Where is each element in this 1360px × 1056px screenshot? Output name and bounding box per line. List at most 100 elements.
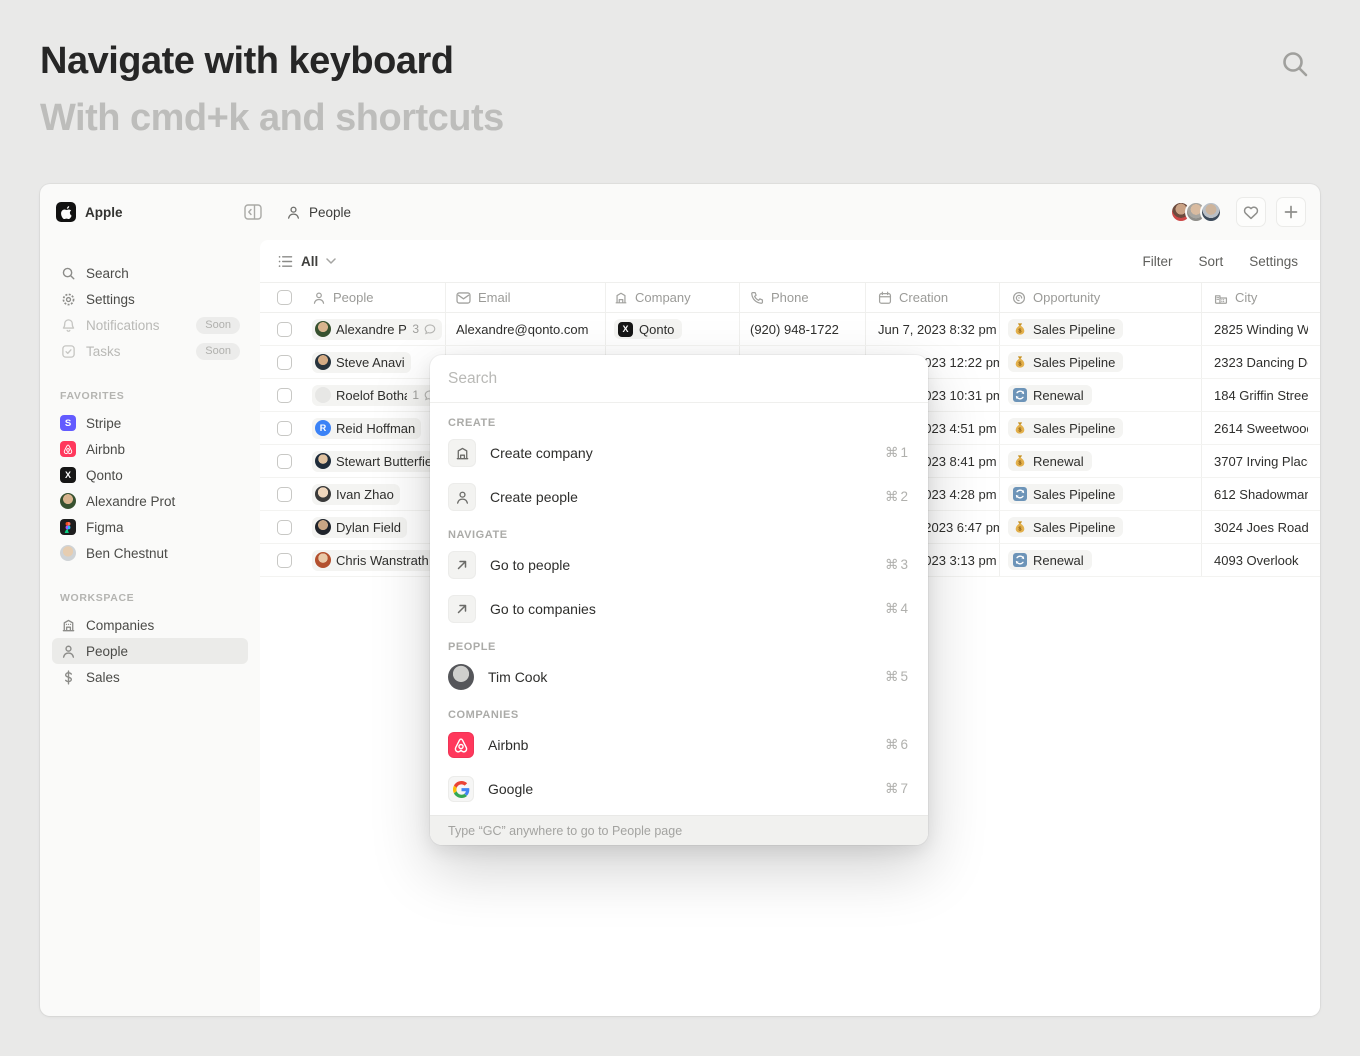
person-chip[interactable]: Stewart Butterfield bbox=[312, 451, 442, 472]
sidebar-item-alexandre-prot[interactable]: Alexandre Prot bbox=[52, 488, 248, 514]
soon-badge: Soon bbox=[196, 317, 240, 334]
opportunity-chip[interactable]: $Sales Pipeline bbox=[1008, 484, 1123, 504]
city-cell[interactable]: 4093 Overlook bbox=[1214, 553, 1299, 568]
person-chip[interactable]: Roelof Botha1 bbox=[312, 385, 442, 406]
column-header-people[interactable]: People bbox=[312, 290, 373, 305]
airbnb-logo-icon bbox=[60, 441, 76, 457]
column-header-email[interactable]: Email bbox=[456, 290, 511, 305]
sidebar-item-label: Settings bbox=[86, 292, 240, 307]
sidebar-item-label: Ben Chestnut bbox=[86, 546, 240, 561]
sidebar-item-settings[interactable]: Settings bbox=[52, 286, 248, 312]
opportunity-chip[interactable]: $Sales Pipeline bbox=[1008, 352, 1123, 372]
column-header-creation[interactable]: Creation bbox=[878, 290, 948, 305]
palette-item-create-people[interactable]: Create people ⌘2 bbox=[448, 475, 910, 519]
palette-item-go-to-people[interactable]: Go to people ⌘3 bbox=[448, 543, 910, 587]
sidebar-item-qonto[interactable]: X Qonto bbox=[52, 462, 248, 488]
view-selector[interactable]: All bbox=[278, 254, 336, 269]
shortcut-badge: ⌘2 bbox=[885, 489, 910, 505]
palette-search[interactable] bbox=[430, 355, 928, 403]
column-header-opportunity[interactable]: Opportunity bbox=[1008, 290, 1100, 305]
sidebar-item-stripe[interactable]: S Stripe bbox=[52, 410, 248, 436]
avatar bbox=[448, 664, 474, 690]
row-checkbox[interactable] bbox=[277, 553, 292, 568]
chevron-down-icon bbox=[326, 258, 336, 264]
opportunity-chip[interactable]: $Renewal bbox=[1008, 385, 1092, 405]
workspace-switcher[interactable]: Apple bbox=[40, 202, 244, 222]
select-all-checkbox[interactable] bbox=[277, 290, 292, 305]
column-header-city[interactable]: City bbox=[1214, 290, 1257, 305]
sidebar-item-label: Stripe bbox=[86, 416, 240, 431]
palette-item-create-company[interactable]: Create company ⌘1 bbox=[448, 431, 910, 475]
palette-footer-hint: Type “GC” anywhere to go to People page bbox=[430, 815, 928, 845]
sidebar-item-sales[interactable]: Sales bbox=[52, 664, 248, 690]
person-chip[interactable]: Alexandre Prot3 bbox=[312, 319, 442, 340]
sidebar-item-companies[interactable]: Companies bbox=[52, 612, 248, 638]
sidebar-item-figma[interactable]: Figma bbox=[52, 514, 248, 540]
view-toolbar: All Filter Sort Settings bbox=[260, 240, 1320, 282]
palette-item-tim-cook[interactable]: Tim Cook ⌘5 bbox=[448, 655, 910, 699]
person-chip[interactable]: RReid Hoffman bbox=[312, 418, 421, 439]
sort-button[interactable]: Sort bbox=[1198, 254, 1223, 269]
sidebar-item-search[interactable]: Search bbox=[52, 260, 248, 286]
city-cell[interactable]: 2825 Winding Way bbox=[1214, 322, 1308, 337]
palette-item-go-to-companies[interactable]: Go to companies ⌘4 bbox=[448, 587, 910, 631]
filter-button[interactable]: Filter bbox=[1142, 254, 1172, 269]
city-cell[interactable]: 612 Shadowman bbox=[1214, 487, 1308, 502]
soon-badge: Soon bbox=[196, 343, 240, 360]
breadcrumb[interactable]: People bbox=[262, 205, 1170, 220]
person-chip[interactable]: Steve Anavi bbox=[312, 352, 411, 373]
opportunity-chip[interactable]: $Sales Pipeline bbox=[1008, 418, 1123, 438]
opportunity-chip[interactable]: $Sales Pipeline bbox=[1008, 319, 1123, 339]
settings-button[interactable]: Settings bbox=[1249, 254, 1298, 269]
row-checkbox[interactable] bbox=[277, 388, 292, 403]
row-checkbox[interactable] bbox=[277, 421, 292, 436]
creation-cell[interactable]: Jun 7, 2023 8:32 pm bbox=[878, 322, 997, 337]
table-header: People Email Company Phone Creation Oppo… bbox=[260, 282, 1320, 313]
palette-section-title: NAVIGATE bbox=[448, 527, 910, 543]
add-button[interactable] bbox=[1276, 197, 1306, 227]
envelope-icon bbox=[456, 292, 471, 304]
shortcut-badge: ⌘5 bbox=[885, 669, 910, 685]
company-chip[interactable]: XQonto bbox=[614, 319, 682, 339]
table-row[interactable]: Alexandre Prot3 Alexandre@qonto.com XQon… bbox=[260, 313, 1320, 346]
person-chip[interactable]: Dylan Field bbox=[312, 517, 407, 538]
collaborator-avatars[interactable] bbox=[1170, 201, 1222, 223]
search-icon bbox=[60, 265, 76, 281]
opportunity-chip[interactable]: $Renewal bbox=[1008, 451, 1092, 471]
city-cell[interactable]: 3024 Joes Road bbox=[1214, 520, 1308, 535]
city-cell[interactable]: 3707 Irving Place bbox=[1214, 454, 1308, 469]
person-chip[interactable]: Chris Wanstrath bbox=[312, 550, 435, 571]
opportunity-chip[interactable]: $Renewal bbox=[1008, 550, 1092, 570]
sidebar-collapse-icon[interactable] bbox=[244, 204, 262, 220]
row-checkbox[interactable] bbox=[277, 322, 292, 337]
sidebar-item-ben-chestnut[interactable]: Ben Chestnut bbox=[52, 540, 248, 566]
opportunity-chip[interactable]: $Sales Pipeline bbox=[1008, 517, 1123, 537]
person-chip[interactable]: Ivan Zhao bbox=[312, 484, 400, 505]
avatar: R bbox=[315, 420, 331, 436]
row-checkbox[interactable] bbox=[277, 454, 292, 469]
favorite-button[interactable] bbox=[1236, 197, 1266, 227]
qonto-logo-icon: X bbox=[618, 322, 633, 337]
sidebar-item-airbnb[interactable]: Airbnb bbox=[52, 436, 248, 462]
palette-item-airbnb[interactable]: Airbnb ⌘6 bbox=[448, 723, 910, 767]
search-icon[interactable] bbox=[1277, 46, 1313, 82]
column-header-phone[interactable]: Phone bbox=[750, 290, 809, 305]
city-cell[interactable]: 2323 Dancing Dove bbox=[1214, 355, 1308, 370]
row-checkbox[interactable] bbox=[277, 487, 292, 502]
email-cell[interactable]: Alexandre@qonto.com bbox=[456, 322, 588, 337]
city-cell[interactable]: 2614 Sweetwood bbox=[1214, 421, 1308, 436]
row-checkbox[interactable] bbox=[277, 355, 292, 370]
palette-item-google[interactable]: Google ⌘7 bbox=[448, 767, 910, 811]
phone-cell[interactable]: (920) 948-1722 bbox=[750, 322, 839, 337]
person-icon bbox=[286, 205, 301, 220]
shortcut-badge: ⌘4 bbox=[885, 601, 910, 617]
avatar bbox=[315, 486, 331, 502]
sidebar-item-people[interactable]: People bbox=[52, 638, 248, 664]
row-checkbox[interactable] bbox=[277, 520, 292, 535]
palette-search-input[interactable] bbox=[448, 370, 910, 388]
shortcut-badge: ⌘7 bbox=[885, 781, 910, 797]
qonto-logo-icon: X bbox=[60, 467, 76, 483]
arrow-up-right-icon bbox=[448, 595, 476, 623]
column-header-company[interactable]: Company bbox=[614, 290, 691, 305]
city-cell[interactable]: 184 Griffin Street bbox=[1214, 388, 1308, 403]
